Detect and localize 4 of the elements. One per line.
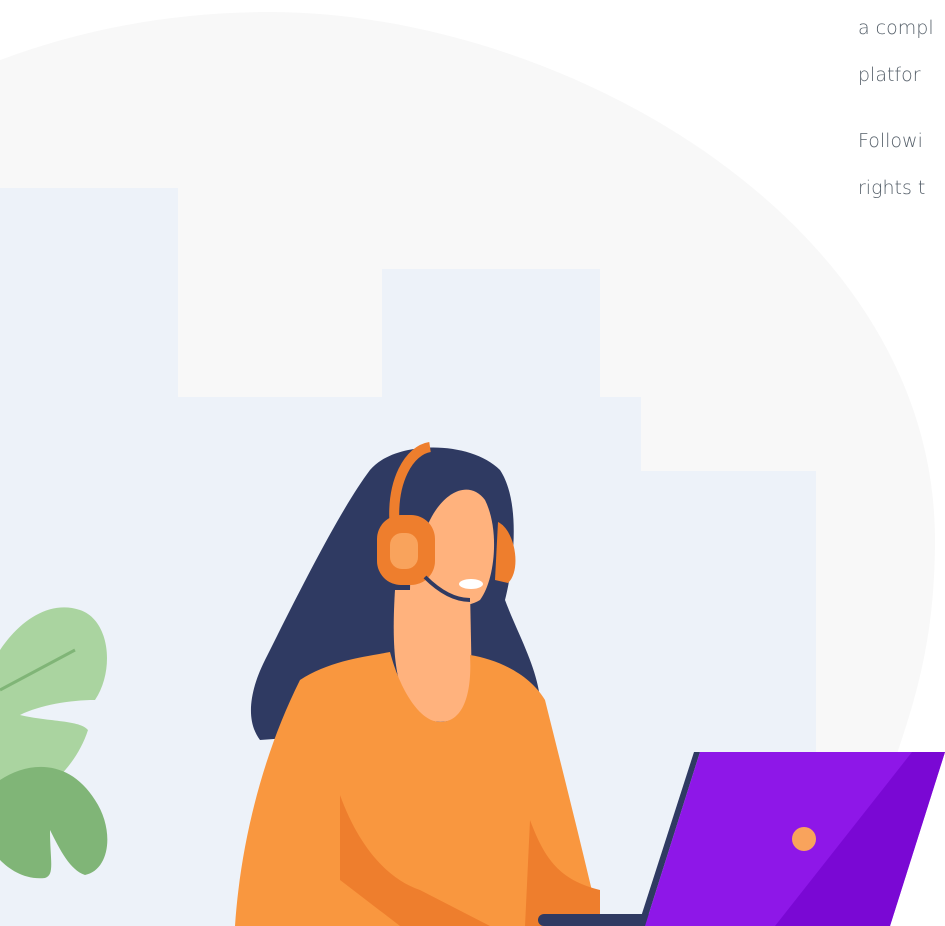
paragraph-line: platfor: [858, 63, 922, 88]
paragraph-line: Followi: [858, 129, 924, 154]
paragraph-line: a compl: [858, 16, 935, 41]
paragraph-line: rights t: [858, 176, 926, 201]
